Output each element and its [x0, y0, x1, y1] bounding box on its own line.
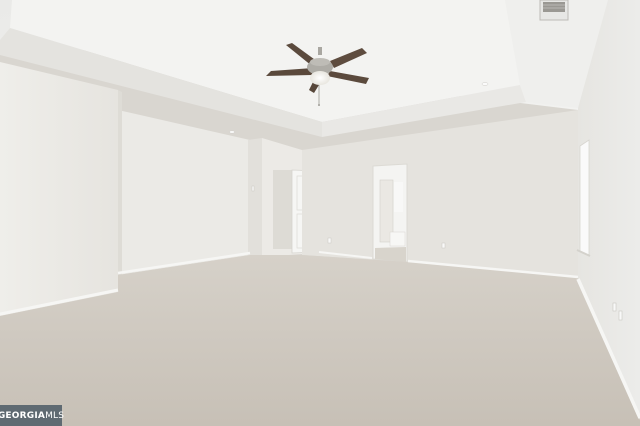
- smoke-detector-icon: [481, 82, 489, 86]
- bathroom-tub: [389, 231, 406, 247]
- closet-wall: [248, 138, 262, 256]
- left-recess-wall: [118, 110, 250, 275]
- back-wall: [302, 110, 578, 278]
- mls-watermark: GEORGIA MLS: [0, 405, 65, 426]
- outlet-right-wall-2: [618, 310, 623, 321]
- light-switch: [251, 185, 255, 192]
- bathroom-window-glimpse: [394, 182, 403, 212]
- right-window: [579, 139, 590, 256]
- closet-doorway: [273, 170, 292, 249]
- left-recess-side: [118, 90, 122, 292]
- room-photo: GEORGIA MLS: [0, 0, 640, 426]
- outlet-right-wall: [612, 302, 617, 312]
- outlet-back-wall: [441, 242, 446, 249]
- air-vent-icon: [539, 0, 569, 21]
- outlet-closet-wall: [327, 237, 332, 244]
- left-wall: [0, 62, 118, 316]
- watermark-suffix: MLS: [45, 410, 65, 421]
- watermark-brand: GEORGIA: [0, 410, 46, 421]
- ceiling-sensor: [229, 130, 235, 134]
- room-illustration: [0, 0, 640, 426]
